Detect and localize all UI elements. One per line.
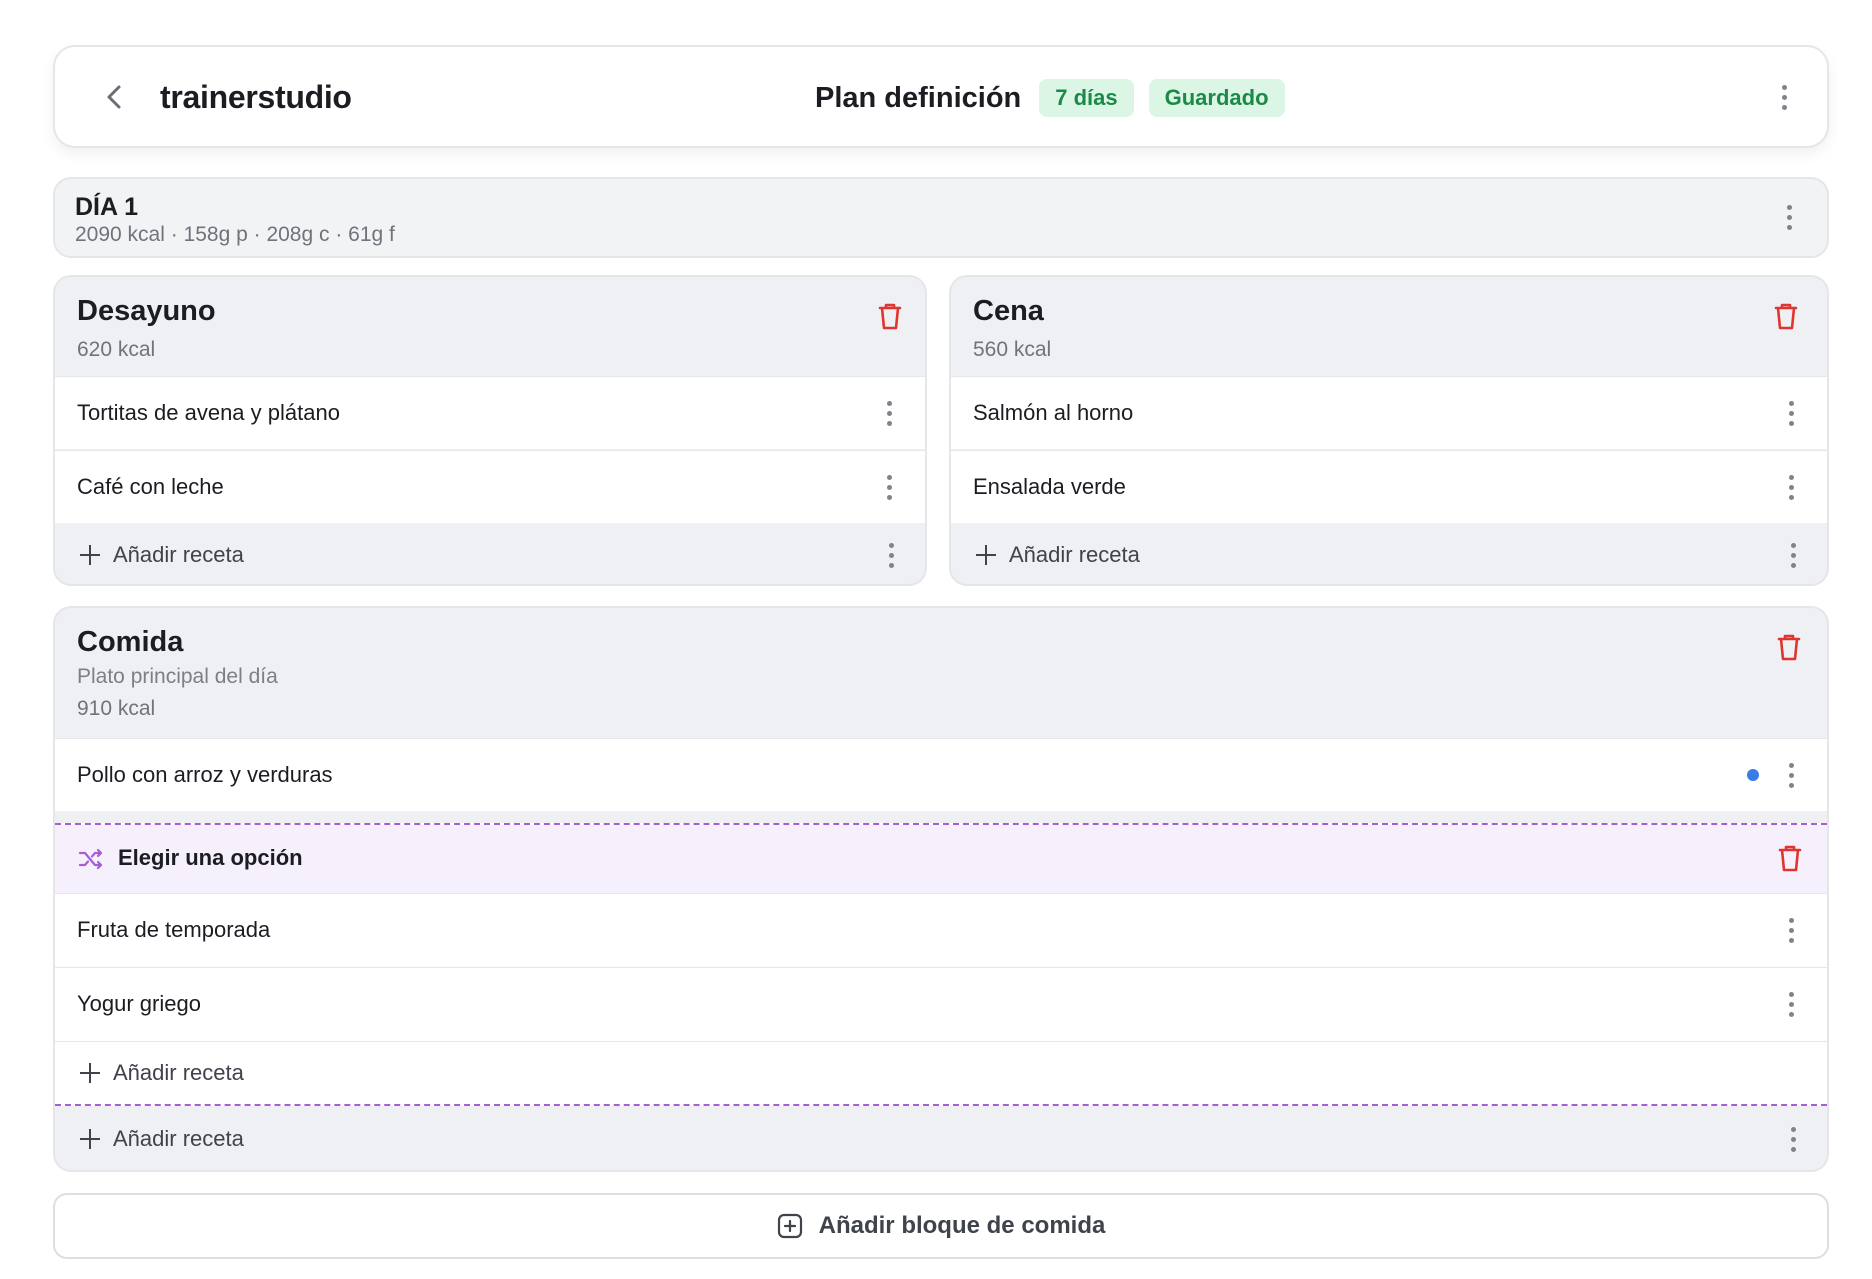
plan-header: Plan definición 7 días Guardado — [815, 79, 1285, 117]
meal-menu-button[interactable] — [1778, 535, 1808, 575]
kebab-icon — [1788, 991, 1794, 997]
recipe-name: Ensalada verde — [973, 474, 1126, 499]
meal-kcal: 620 kcal — [77, 338, 156, 361]
recipe-menu-button[interactable] — [1776, 910, 1806, 950]
kebab-icon — [1786, 204, 1792, 210]
recipe-menu-button[interactable] — [874, 467, 904, 507]
meal-title: Cena — [973, 295, 1044, 327]
recipe-row[interactable]: Ensalada verde — [951, 450, 1827, 523]
trash-icon[interactable] — [1771, 300, 1801, 334]
days-badge: 7 días — [1039, 79, 1134, 117]
kebab-icon — [1790, 1126, 1796, 1132]
back-button[interactable] — [95, 77, 135, 117]
kebab-icon — [886, 400, 892, 406]
add-meal-block-label: Añadir bloque de comida — [818, 1212, 1106, 1239]
saved-status-badge: Guardado — [1148, 79, 1285, 117]
meal-title: Comida — [77, 626, 184, 658]
recipe-menu-button[interactable] — [1776, 755, 1806, 795]
recipe-name: Tortitas de avena y plátano — [77, 400, 340, 425]
recipe-row[interactable]: Salmón al horno — [951, 376, 1827, 449]
option-group-header: Elegir una opción — [55, 825, 1827, 893]
plus-icon — [975, 544, 997, 566]
plus-square-icon — [777, 1213, 802, 1239]
meal-kcal: 560 kcal — [973, 338, 1052, 361]
recipe-name: Fruta de temporada — [77, 917, 271, 942]
trash-icon[interactable] — [875, 300, 905, 334]
add-option-recipe-button[interactable]: Añadir receta — [55, 1041, 1827, 1104]
plan-title: Plan definición — [815, 81, 1022, 114]
recipe-name: Yogur griego — [77, 991, 201, 1016]
kebab-icon — [1788, 400, 1794, 406]
kebab-icon — [1788, 474, 1794, 480]
plus-icon — [79, 544, 101, 566]
option-group-label: Elegir una opción — [118, 845, 303, 870]
kebab-icon — [1788, 762, 1794, 768]
plus-icon — [79, 1128, 101, 1150]
meal-menu-button[interactable] — [1778, 1119, 1808, 1159]
recipe-name: Salmón al horno — [973, 400, 1134, 425]
meal-card-desayuno: Desayuno 620 kcal Tortitas de avena y pl… — [53, 275, 927, 586]
recipe-name: Café con leche — [77, 474, 224, 499]
recipe-name: Pollo con arroz y verduras — [77, 762, 333, 787]
option-group: Elegir una opción Fruta de temporada Yog… — [55, 823, 1827, 1106]
add-recipe-label: Añadir receta — [113, 542, 244, 567]
add-recipe-label: Añadir receta — [1009, 542, 1140, 567]
kebab-icon — [886, 474, 892, 480]
unsaved-indicator-dot — [1747, 769, 1759, 781]
day-header: DÍA 1 2090 kcal · 158g p · 208g c · 61g … — [53, 177, 1829, 258]
day-title: DÍA 1 — [75, 193, 138, 221]
option-recipe-row[interactable]: Yogur griego — [55, 967, 1827, 1040]
add-recipe-label: Añadir receta — [113, 1060, 244, 1085]
add-recipe-button[interactable]: Añadir receta — [951, 524, 1827, 584]
meal-kcal: 910 kcal — [77, 697, 156, 720]
add-recipe-button[interactable]: Añadir receta — [55, 1108, 1827, 1170]
option-recipe-row[interactable]: Fruta de temporada — [55, 893, 1827, 966]
meal-description: Plato principal del día — [77, 665, 278, 688]
plan-menu-button[interactable] — [1769, 77, 1799, 117]
brand-name: trainerstudio — [160, 79, 352, 115]
recipe-menu-button[interactable] — [1776, 984, 1806, 1024]
meal-card-comida: Comida Plato principal del día 910 kcal … — [53, 606, 1829, 1172]
trash-icon[interactable] — [1775, 842, 1805, 876]
add-recipe-button[interactable]: Añadir receta — [55, 524, 925, 584]
page: trainerstudio Plan definición 7 días Gua… — [0, 0, 1872, 1279]
kebab-icon — [1788, 917, 1794, 923]
recipe-row[interactable]: Tortitas de avena y plátano — [55, 376, 925, 449]
recipe-row[interactable]: Pollo con arroz y verduras — [55, 738, 1827, 811]
recipe-menu-button[interactable] — [1776, 393, 1806, 433]
top-bar: trainerstudio Plan definición 7 días Gua… — [53, 45, 1829, 148]
recipe-menu-button[interactable] — [874, 393, 904, 433]
kebab-icon — [1790, 542, 1796, 548]
recipe-row[interactable]: Café con leche — [55, 450, 925, 523]
meal-card-cena: Cena 560 kcal Salmón al horno Ensalada v… — [949, 275, 1829, 586]
add-meal-block-button[interactable]: Añadir bloque de comida — [53, 1193, 1829, 1259]
trash-icon[interactable] — [1774, 631, 1804, 665]
day-macros: 2090 kcal · 158g p · 208g c · 61g f — [75, 223, 395, 246]
kebab-icon — [1781, 84, 1787, 90]
add-recipe-label: Añadir receta — [113, 1126, 244, 1151]
recipe-menu-button[interactable] — [1776, 467, 1806, 507]
plus-icon — [79, 1062, 101, 1084]
kebab-icon — [888, 542, 894, 548]
day-menu-button[interactable] — [1774, 197, 1804, 237]
meal-title: Desayuno — [77, 295, 216, 327]
shuffle-icon — [78, 848, 103, 870]
chevron-left-icon — [107, 85, 121, 109]
meal-menu-button[interactable] — [876, 535, 906, 575]
